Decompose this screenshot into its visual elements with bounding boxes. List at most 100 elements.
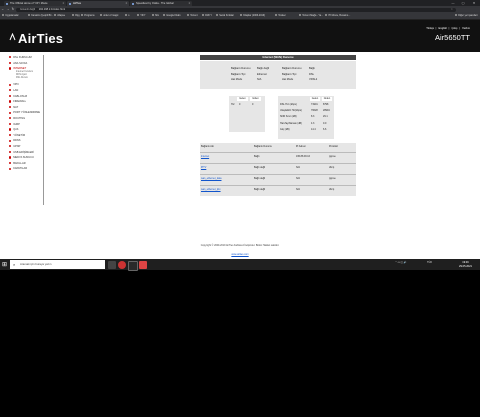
connection-protocol: pppoe xyxy=(329,155,336,158)
bookmark-item[interactable]: YIFY xyxy=(137,13,146,19)
bookmark-item[interactable]: Sezal Kırıkları xyxy=(216,13,234,19)
bookmark-item[interactable]: Allapse xyxy=(54,13,65,19)
bookmark-item[interactable]: DIZI Y xyxy=(202,13,212,19)
bullet-icon xyxy=(9,67,12,70)
sidebar-item-label: INTERNET xyxy=(13,67,27,71)
status-label: Hat Modu xyxy=(231,78,243,81)
bookmark-label: Sezal Kırıkları xyxy=(219,14,235,17)
bookmark-icon xyxy=(152,14,155,17)
airties-website-link[interactable]: www.airties.com xyxy=(0,253,480,256)
sidebar-item[interactable]: ROUTING xyxy=(9,117,25,120)
bookmark-label: DIZI Y xyxy=(205,14,212,17)
sidebar-item[interactable]: PORT YÖNLENDIRME xyxy=(9,111,40,114)
bookmark-item[interactable]: Kanalım (Çeşitli Bil... xyxy=(28,13,53,19)
bookmark-item[interactable]: s xyxy=(125,13,129,19)
bookmark-item[interactable]: Programs xyxy=(81,13,95,19)
back-icon[interactable]: ← xyxy=(1,7,5,12)
sidebar-item[interactable]: KABLOSUZ xyxy=(9,95,27,98)
taskbar-clock[interactable]: 19:46 29.05.2021 xyxy=(459,261,472,269)
sidebar-item[interactable]: BAKILLAR xyxy=(9,162,26,165)
file-explorer-icon[interactable] xyxy=(128,260,138,271)
url-input[interactable]: Güvenli değil 192.168.2.1/index.html ☆ xyxy=(16,7,456,13)
sidebar-item-label: ANA SAYFA xyxy=(13,61,28,65)
sidebar-item-label: DDNS xyxy=(13,139,21,143)
forward-icon[interactable]: → xyxy=(6,7,10,12)
bookmark-item[interactable]: Toxdec xyxy=(275,13,286,19)
status-label: Bağlantı Durumu xyxy=(231,67,251,70)
connection-name-link[interactable]: wan_ethernet_iptv xyxy=(201,188,221,191)
sidebar-item[interactable]: ANA SAYFA xyxy=(9,62,27,65)
sidebar-item[interactable]: MEDYA SUNUCU xyxy=(9,156,34,159)
sidebar-item[interactable]: VPN xyxy=(9,83,19,86)
sidebar-item-label: KAPATILAR xyxy=(13,167,28,171)
connection-name-link[interactable]: Internet xyxy=(201,155,209,158)
reload-icon[interactable]: ↻ xyxy=(11,7,15,12)
sidebar-item[interactable]: USB ERİŞİMLERİ xyxy=(9,151,34,154)
logout-link[interactable]: Çıkış xyxy=(451,27,457,30)
lang-turkish-link[interactable]: Türkçe xyxy=(426,27,434,30)
sidebar-item[interactable]: UPNP xyxy=(9,145,20,148)
sidebar-divider xyxy=(43,55,44,205)
taskbar-search-input[interactable]: ⌕ Aramak için buraya yazın xyxy=(10,260,105,269)
bookmark-icon xyxy=(72,14,75,17)
status-value: DSL xyxy=(309,72,315,76)
connection-status: Bağlı değil xyxy=(254,177,266,180)
bookmark-item[interactable]: Kitaplar (2006-2019) xyxy=(240,13,265,19)
bookmark-item[interactable]: Google Kitabı xyxy=(163,13,181,19)
sidebar-subitem[interactable]: DSL Durum xyxy=(16,77,28,79)
sidebar-subitem[interactable]: DNS Ayarl. xyxy=(16,74,27,76)
tray-icons[interactable]: ⌃ ▭ ◫ 🔊 xyxy=(395,261,407,264)
bullet-icon xyxy=(9,139,12,142)
opera-icon[interactable] xyxy=(118,260,126,269)
sidebar-item[interactable]: DSL KURULUM xyxy=(9,56,32,59)
security-indicator[interactable]: Güvenli değil xyxy=(20,8,35,11)
sidebar-item[interactable]: INTERNET xyxy=(9,67,26,70)
help-link[interactable]: Yardım xyxy=(462,27,470,30)
sidebar-item[interactable]: LAN xyxy=(9,89,18,92)
sidebar-item-label: MEDYA SUNUCU xyxy=(13,156,34,160)
bookmark-star-icon[interactable]: ☆ xyxy=(451,8,453,13)
taskbar-app-icon[interactable] xyxy=(139,260,147,269)
connection-ip: 195.88.93.16 xyxy=(296,155,310,158)
table-row-label: Ulaşılabilir Hız(kbps) xyxy=(280,109,302,113)
bullet-icon xyxy=(9,94,12,97)
input-language[interactable]: TÜR xyxy=(427,261,432,264)
status-label: Bağlantı Tipi xyxy=(282,72,297,76)
sidebar-item[interactable]: NAT xyxy=(9,106,18,109)
bookmark-item[interactable]: Uygulamalar xyxy=(2,13,19,19)
connection-name-link[interactable]: wan_ethernet_data xyxy=(201,177,221,180)
bullet-icon xyxy=(9,89,12,92)
status-value: Bağlı değil xyxy=(257,67,270,70)
bookmark-icon xyxy=(2,14,5,17)
sidebar-item-label: UPNP xyxy=(13,144,21,148)
table-header: Giden xyxy=(322,97,332,101)
lang-english-link[interactable]: English xyxy=(439,27,448,30)
windows-start-icon[interactable]: ⊞ xyxy=(2,262,8,268)
bookmark-item[interactable]: order of magic xyxy=(100,13,118,19)
sidebar-item[interactable]: KAPATILAR xyxy=(9,167,27,170)
bookmark-icon xyxy=(299,14,302,17)
sidebar-item[interactable]: IGMP xyxy=(9,123,20,126)
airties-logo: AirTies xyxy=(18,31,64,46)
task-view-icon[interactable] xyxy=(108,260,116,269)
connection-protocol: dhcp xyxy=(329,188,335,191)
bookmark-item[interactable]: Rpg xyxy=(72,13,80,19)
table-row-label: DSL Hızı (kbps) xyxy=(280,103,297,106)
connections-header: Protokol xyxy=(329,145,338,148)
connection-name-link[interactable]: IPTV xyxy=(201,166,206,169)
sidebar-item[interactable]: QoS xyxy=(9,128,18,131)
bookmark-item[interactable]: Mix xyxy=(152,13,159,19)
bookmark-item[interactable]: Torrent xyxy=(187,13,198,19)
table-cell: 71901 xyxy=(311,103,318,106)
connections-header: IP Adresi xyxy=(296,145,306,148)
sidebar-item[interactable]: FIREWALL xyxy=(9,100,26,103)
sidebar-subitem[interactable]: Internet Kurulum xyxy=(16,71,33,73)
table-cell: 0 xyxy=(239,103,241,106)
connection-ip: N/A xyxy=(296,177,300,180)
sidebar-item[interactable]: DDNS xyxy=(9,139,21,142)
bookmark-item[interactable]: ITI Movie, Bunamo... xyxy=(325,13,350,19)
sidebar-item[interactable]: YÖNETİM xyxy=(9,134,25,137)
bookmark-item[interactable]: Torrent Mağa - Ya... xyxy=(299,13,323,19)
bookmark-label: YIFY xyxy=(140,14,146,17)
bookmark-item[interactable]: Diğer yer işaretleri xyxy=(455,13,478,19)
